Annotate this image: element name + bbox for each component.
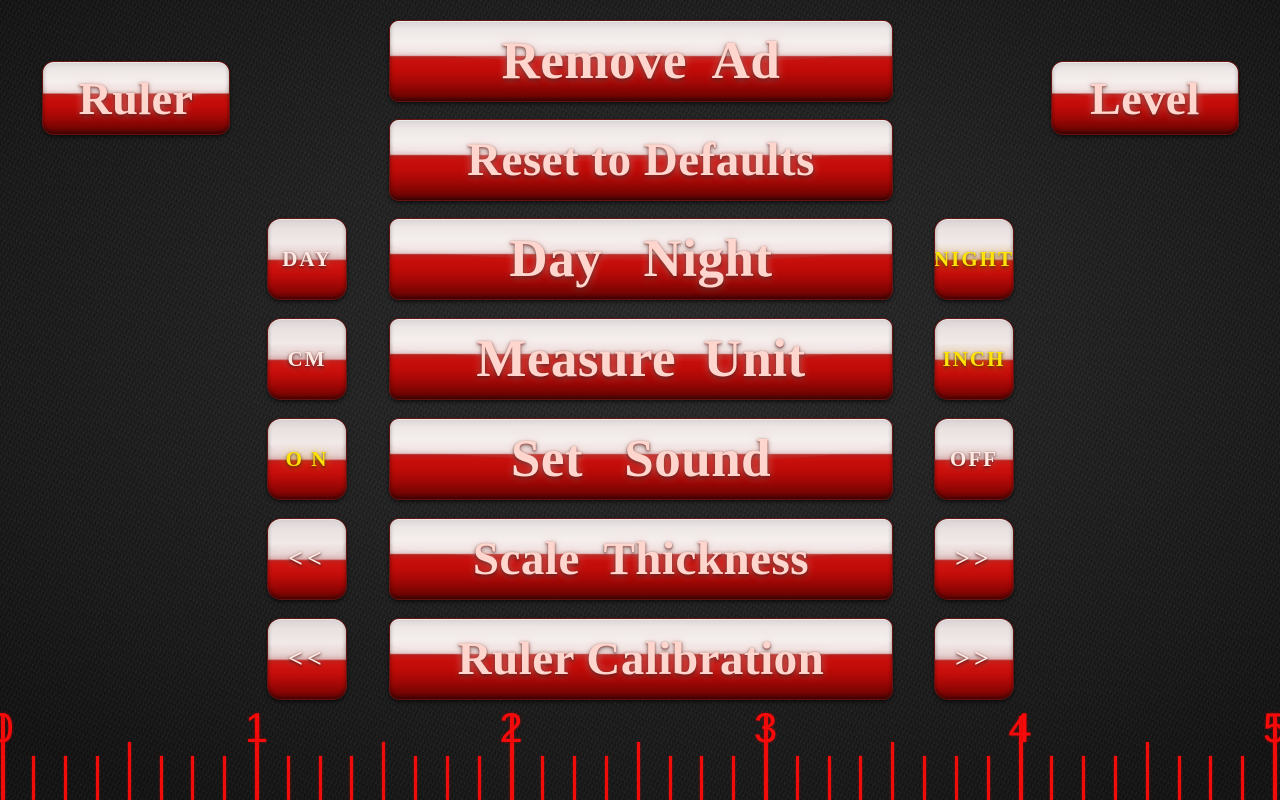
ruler-tick-minor — [223, 756, 227, 800]
ruler-tick-minor — [636, 742, 640, 800]
setting-ruler-calibration[interactable]: Ruler Calibration — [390, 619, 892, 699]
ruler-tick-minor — [1209, 756, 1213, 800]
reset-defaults-button[interactable]: Reset to Defaults — [390, 120, 892, 200]
reset-defaults-label: Reset to Defaults — [467, 134, 815, 186]
app-root: Ruler Level Remove Ad Reset to Defaults … — [0, 0, 1280, 800]
setting-title-day-night: Day Night — [509, 230, 773, 288]
ruler-label: 4 — [1008, 704, 1032, 751]
ruler-tick-minor — [891, 742, 895, 800]
option-left-label-measure-unit: CM — [287, 346, 327, 371]
ruler-tick-minor — [1050, 756, 1054, 800]
setting-measure-unit[interactable]: Measure Unit — [390, 319, 892, 399]
ruler-tick-minor — [477, 756, 481, 800]
ruler-tick-minor — [191, 756, 195, 800]
setting-day-night[interactable]: Day Night — [390, 219, 892, 299]
option-right-scale-thickness[interactable]: >> — [935, 519, 1013, 599]
ruler-tick-minor — [286, 756, 290, 800]
option-left-measure-unit[interactable]: CM — [268, 319, 346, 399]
decrease-icon: << — [288, 544, 326, 573]
ruler-tick-minor — [668, 756, 672, 800]
option-left-set-sound[interactable]: O N — [268, 419, 346, 499]
setting-title-ruler-calibration: Ruler Calibration — [457, 633, 825, 685]
ruler-tick-minor — [795, 756, 799, 800]
ruler-tick-minor — [732, 756, 736, 800]
setting-title-scale-thickness: Scale Thickness — [472, 533, 810, 585]
ruler-tick-minor — [1113, 756, 1117, 800]
option-left-scale-thickness[interactable]: << — [268, 519, 346, 599]
ruler-tick-minor — [1177, 756, 1181, 800]
increase-calibration-icon: >> — [955, 644, 993, 673]
ruler-tick-minor — [1241, 756, 1245, 800]
level-mode-button[interactable]: Level — [1052, 62, 1238, 134]
ruler-tick-minor — [64, 756, 68, 800]
ruler-tick-minor — [445, 756, 449, 800]
ruler-tick-minor — [827, 756, 831, 800]
option-left-day-night[interactable]: DAY — [268, 219, 346, 299]
ruler-label: 2 — [499, 704, 523, 751]
ruler-scale[interactable]: 0 1 2 3 4 5 — [0, 705, 1280, 800]
setting-title-set-sound: Set Sound — [510, 430, 772, 488]
ruler-mode-label: Ruler — [78, 72, 194, 124]
decrease-calibration-icon: << — [288, 644, 326, 673]
ruler-tick-minor — [32, 756, 36, 800]
setting-scale-thickness[interactable]: Scale Thickness — [390, 519, 892, 599]
ruler-tick-minor — [604, 756, 608, 800]
remove-ad-label: Remove Ad — [501, 32, 781, 90]
ruler-tick-minor — [127, 742, 131, 800]
option-right-day-night[interactable]: NIGHT — [935, 219, 1013, 299]
ruler-tick-minor — [923, 756, 927, 800]
setting-title-measure-unit: Measure Unit — [476, 330, 806, 388]
ruler-tick-minor — [859, 756, 863, 800]
ruler-tick-minor — [159, 756, 163, 800]
option-right-label-day-night: NIGHT — [935, 246, 1013, 271]
option-left-label-day-night: DAY — [282, 246, 332, 271]
ruler-tick-minor — [414, 756, 418, 800]
ruler-tick-minor — [318, 756, 322, 800]
ruler-label: 0 — [0, 704, 14, 751]
option-right-set-sound[interactable]: OFF — [935, 419, 1013, 499]
ruler-tick-minor — [954, 756, 958, 800]
increase-icon: >> — [955, 544, 993, 573]
option-left-label-set-sound: O N — [285, 446, 329, 471]
option-left-ruler-calibration[interactable]: << — [268, 619, 346, 699]
level-mode-label: Level — [1090, 72, 1200, 124]
ruler-tick-minor — [1082, 756, 1086, 800]
ruler-tick-minor — [1145, 742, 1149, 800]
option-right-label-measure-unit: INCH — [942, 346, 1006, 371]
option-right-ruler-calibration[interactable]: >> — [935, 619, 1013, 699]
ruler-tick-minor — [986, 756, 990, 800]
setting-set-sound[interactable]: Set Sound — [390, 419, 892, 499]
option-right-measure-unit[interactable]: INCH — [935, 319, 1013, 399]
ruler-tick-minor — [95, 756, 99, 800]
ruler-tick-minor — [350, 756, 354, 800]
ruler-mode-button[interactable]: Ruler — [43, 62, 229, 134]
option-right-label-set-sound: OFF — [950, 446, 998, 471]
ruler-tick-minor — [541, 756, 545, 800]
remove-ad-button[interactable]: Remove Ad — [390, 21, 892, 101]
ruler-tick-minor — [573, 756, 577, 800]
ruler-label: 5 — [1262, 704, 1280, 751]
ruler-tick-minor — [700, 756, 704, 800]
ruler-label: 1 — [244, 704, 269, 751]
ruler-tick-minor — [382, 742, 386, 800]
ruler-label: 3 — [753, 704, 778, 751]
